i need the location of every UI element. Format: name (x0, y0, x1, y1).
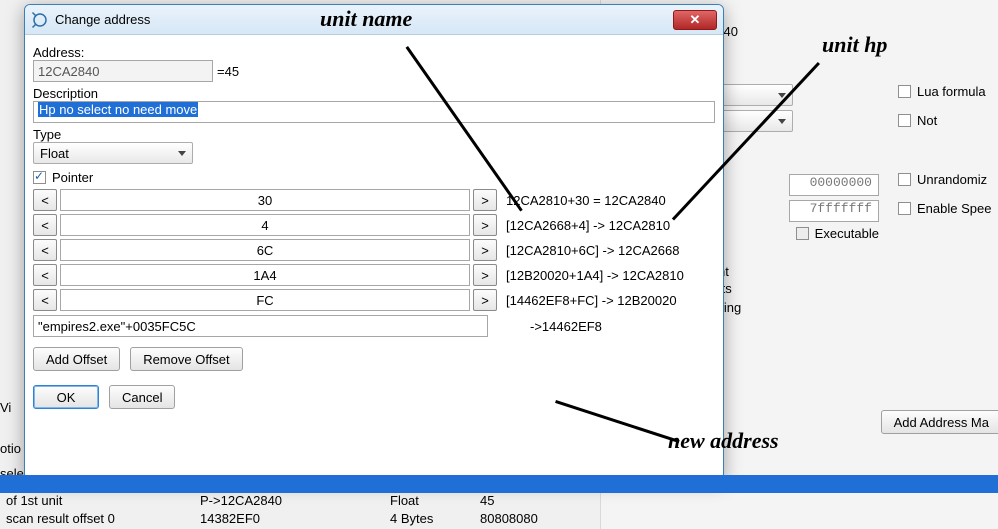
add-offset-button[interactable]: Add Offset (33, 347, 120, 371)
type-combo[interactable]: Float (33, 142, 193, 164)
cell-description: scan result offset 0 (0, 511, 200, 529)
chevron-down-icon (778, 119, 786, 124)
offset-row: < > [14462EF8+FC] -> 12B20020 (33, 289, 715, 311)
annotation-unit-name: unit name (320, 6, 412, 32)
offset-input[interactable] (60, 264, 470, 286)
address-label: Address: (33, 45, 715, 60)
enable-speed-checkbox[interactable] (898, 202, 911, 215)
offset-calc: [14462EF8+FC] -> 12B20020 (506, 293, 677, 308)
offset-input[interactable] (60, 214, 470, 236)
offset-calc: [12B20020+1A4] -> 12CA2810 (506, 268, 684, 283)
base-resolved: ->14462EF8 (530, 319, 602, 334)
cell-value: 80808080 (480, 511, 600, 529)
cutoff-fragment: otio (0, 441, 18, 456)
cell-description: of 1st unit (0, 493, 200, 511)
offset-decrement-button[interactable]: < (33, 189, 57, 211)
lua-formula-label: Lua formula (917, 84, 986, 99)
ok-button[interactable]: OK (33, 385, 99, 409)
cancel-button[interactable]: Cancel (109, 385, 175, 409)
unrandomize-checkbox[interactable] (898, 173, 911, 186)
change-address-dialog: Change address ✕ Address: =45 Descriptio… (24, 4, 724, 480)
executable-checkbox[interactable] (796, 227, 809, 240)
description-value: Hp no select no need move (38, 102, 198, 117)
base-address-row: ->14462EF8 (33, 315, 715, 337)
table-row[interactable]: of 1st unit P->12CA2840 Float 45 (0, 493, 998, 511)
offset-increment-button[interactable]: > (473, 214, 497, 236)
offset-input[interactable] (60, 189, 470, 211)
executable-label: Executable (815, 226, 879, 241)
offset-increment-button[interactable]: > (473, 289, 497, 311)
cutoff-fragment: Vi (0, 400, 18, 415)
offset-decrement-button[interactable]: < (33, 289, 57, 311)
base-address-input[interactable] (33, 315, 488, 337)
cell-address: 14382EF0 (200, 511, 390, 529)
lua-formula-checkbox[interactable] (898, 85, 911, 98)
selected-row-highlight (0, 475, 998, 493)
offset-row: < > [12B20020+1A4] -> 12CA2810 (33, 264, 715, 286)
type-value: Float (40, 146, 69, 161)
offset-calc: [12CA2668+4] -> 12CA2810 (506, 218, 670, 233)
right-options-column: Lua formula Not Unrandomiz Enable Spee (898, 80, 991, 220)
offset-decrement-button[interactable]: < (33, 264, 57, 286)
add-address-manually-button[interactable]: Add Address Ma (881, 410, 998, 434)
offset-increment-button[interactable]: > (473, 189, 497, 211)
cell-type: 4 Bytes (390, 511, 480, 529)
close-icon: ✕ (690, 12, 701, 28)
annotation-unit-hp: unit hp (822, 32, 887, 58)
offset-increment-button[interactable]: > (473, 239, 497, 261)
offset-calc: [12CA2810+6C] -> 12CA2668 (506, 243, 679, 258)
offset-increment-button[interactable]: > (473, 264, 497, 286)
dialog-title: Change address (55, 12, 150, 27)
app-icon (31, 11, 49, 29)
range-start-input[interactable]: 00000000 (789, 174, 879, 196)
cell-type: Float (390, 493, 480, 511)
offset-decrement-button[interactable]: < (33, 214, 57, 236)
offset-input[interactable] (60, 289, 470, 311)
offset-input[interactable] (60, 239, 470, 261)
not-checkbox[interactable] (898, 114, 911, 127)
offset-row: < > 12CA2810+30 = 12CA2840 (33, 189, 715, 211)
offset-row: < > [12CA2810+6C] -> 12CA2668 (33, 239, 715, 261)
pointer-checkbox[interactable] (33, 171, 46, 184)
address-list-table[interactable]: of 1st unit P->12CA2840 Float 45 scan re… (0, 475, 998, 529)
offset-decrement-button[interactable]: < (33, 239, 57, 261)
offset-row: < > [12CA2668+4] -> 12CA2810 (33, 214, 715, 236)
offset-calc: 12CA2810+30 = 12CA2840 (506, 193, 666, 208)
range-end-input[interactable]: 7fffffff (789, 200, 879, 222)
cell-address: P->12CA2840 (200, 493, 390, 511)
annotation-new-address: new address (668, 428, 779, 454)
dialog-body: Address: =45 Description Hp no select no… (25, 35, 723, 415)
enable-speed-label: Enable Spee (917, 201, 991, 216)
address-input[interactable] (33, 60, 213, 82)
close-button[interactable]: ✕ (673, 10, 717, 30)
cell-value: 45 (480, 493, 600, 511)
description-label: Description (33, 86, 715, 101)
type-label: Type (33, 127, 715, 142)
address-equals-value: =45 (217, 64, 239, 79)
remove-offset-button[interactable]: Remove Offset (130, 347, 242, 371)
unrandomize-label: Unrandomiz (917, 172, 987, 187)
description-input[interactable]: Hp no select no need move (33, 101, 715, 123)
not-label: Not (917, 113, 937, 128)
chevron-down-icon (178, 151, 186, 156)
cutoff-text: Vi otio sele (0, 400, 18, 481)
pointer-offset-list: < > 12CA2810+30 = 12CA2840 < > [12CA2668… (33, 189, 715, 311)
table-row[interactable]: scan result offset 0 14382EF0 4 Bytes 80… (0, 511, 998, 529)
pointer-label: Pointer (52, 170, 93, 185)
